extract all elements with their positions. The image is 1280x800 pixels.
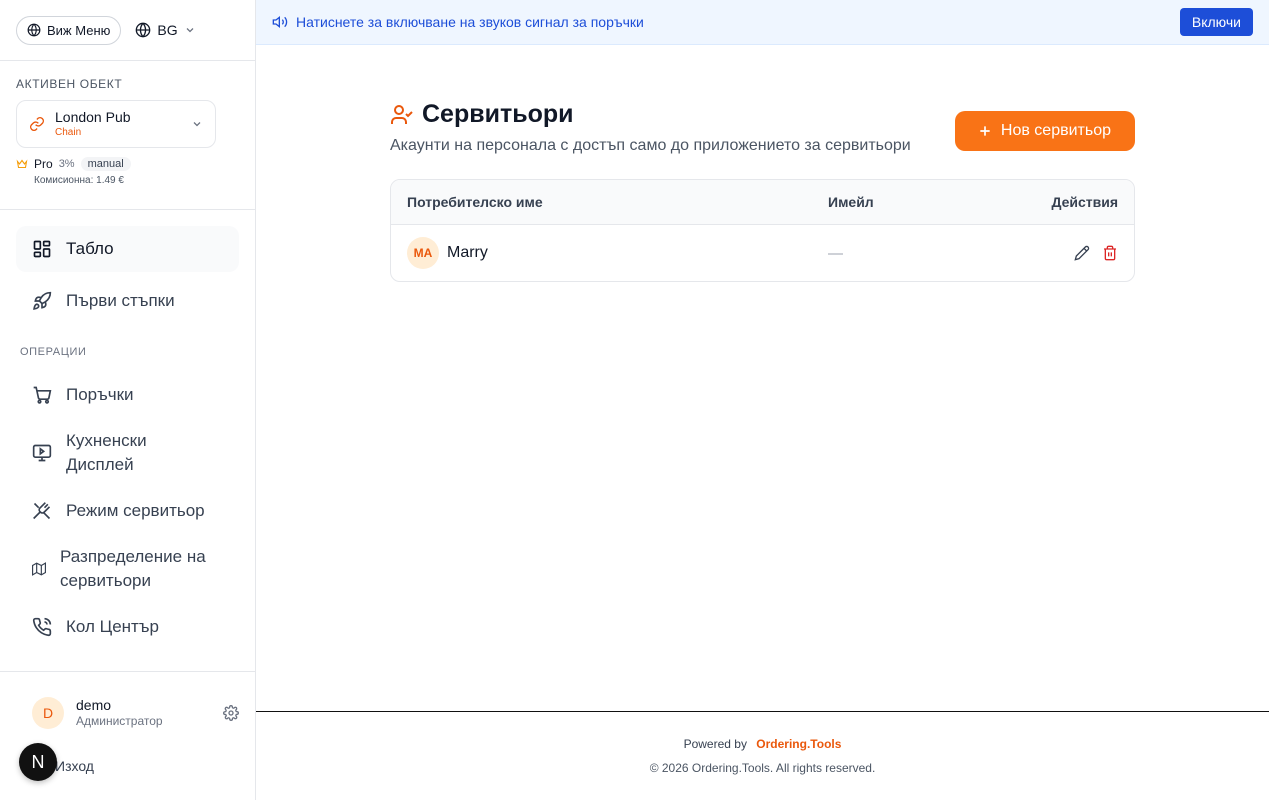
globe-icon [135, 22, 151, 38]
plan-info: Pro 3% manual [16, 157, 239, 171]
sidebar-item-label: Разпределение на сервитьори [60, 547, 206, 590]
gear-icon[interactable] [223, 705, 239, 721]
dashboard-icon [32, 239, 52, 259]
waiters-section: Сервитьори Акаунти на персонала с достъп… [390, 100, 1135, 282]
sidebar-item-label: Кухненски Дисплей [66, 431, 147, 474]
globe-icon [27, 23, 41, 37]
phone-icon [32, 617, 52, 637]
user-role: Администратор [76, 714, 163, 728]
view-menu-label: Виж Меню [47, 22, 111, 38]
sidebar-item-kitchen-display[interactable]: Кухненски Дисплей [16, 424, 239, 482]
new-waiter-label: Нов сервитьор [1000, 122, 1111, 139]
trash-icon[interactable] [1102, 245, 1118, 261]
plan-percent: 3% [58, 158, 75, 170]
enable-sound-button[interactable]: Включи [1179, 8, 1253, 36]
chevron-down-icon [191, 118, 203, 130]
commission-text: Комисионна: 1.49 € [34, 175, 124, 186]
next-dev-badge[interactable]: N [19, 743, 57, 781]
banner-text: Натиснете за включване на звуков сигнал … [296, 14, 644, 30]
sidebar-item-call-center[interactable]: Кол Център [16, 604, 239, 650]
avatar: MA [407, 237, 439, 269]
map-icon [32, 562, 46, 576]
sidebar: Виж Меню BG АКТИВЕН ОБЕКТ London Pub Cha… [0, 0, 256, 800]
sidebar-item-label: Поръчки [66, 385, 134, 404]
sidebar-nav: Табло Първи стъпки ОПЕРАЦИИ Поръчки Кухн… [0, 210, 255, 650]
avatar: D [32, 697, 64, 729]
plan-mode-badge: manual [80, 157, 131, 171]
waiter-name: Marry [447, 244, 488, 261]
language-selector[interactable]: BG [135, 22, 195, 38]
page-subtitle: Акаунти на персонала с достъп само до пр… [390, 137, 911, 154]
table-header: Потребителско име Имейл Действия [391, 180, 1134, 225]
link-icon [29, 116, 45, 132]
sidebar-item-label: Първи стъпки [66, 291, 175, 310]
page-title: Сервитьори [422, 100, 574, 128]
sidebar-item-getting-started[interactable]: Първи стъпки [16, 278, 239, 324]
chevron-down-icon [184, 24, 196, 36]
sidebar-item-label: Кол Център [66, 617, 159, 636]
user-profile: D demo Администратор [0, 672, 255, 729]
venue-name: London Pub [55, 109, 131, 125]
user-check-icon [390, 103, 414, 127]
speaker-icon [272, 14, 288, 30]
nav-section-operations: ОПЕРАЦИИ [20, 346, 87, 358]
powered-by-text: Powered by [683, 737, 747, 751]
cart-icon [32, 385, 52, 405]
sidebar-item-waiter-allocation[interactable]: Разпределение на сервитьори [16, 540, 239, 598]
waiters-table: Потребителско име Имейл Действия MA Marr… [390, 179, 1135, 282]
active-venue-section: АКТИВЕН ОБЕКТ London Pub Chain Pro 3% ma… [0, 61, 255, 210]
utensils-icon [32, 501, 52, 521]
monitor-icon [32, 443, 52, 463]
view-menu-button[interactable]: Виж Меню [16, 15, 122, 45]
page-footer: Powered by Ordering.Tools © 2026 Orderin… [256, 711, 1269, 800]
language-label: BG [157, 22, 178, 38]
new-waiter-button[interactable]: Нов сервитьор [954, 111, 1135, 151]
logout-link[interactable]: Изход [55, 758, 94, 774]
waiter-email: — [828, 244, 843, 262]
column-actions: Действия [1051, 194, 1118, 210]
row-actions [1074, 245, 1118, 261]
sidebar-header: Виж Меню BG [0, 0, 255, 61]
venue-type: Chain [55, 127, 82, 138]
sidebar-item-label: Режим сервитьор [66, 501, 205, 520]
column-email: Имейл [828, 194, 874, 210]
sound-banner: Натиснете за включване на звуков сигнал … [256, 0, 1269, 45]
sidebar-item-orders[interactable]: Поръчки [16, 372, 239, 418]
plus-icon [977, 123, 993, 139]
sidebar-item-waiter-mode[interactable]: Режим сервитьор [16, 488, 239, 534]
rocket-icon [32, 291, 52, 311]
sidebar-item-dashboard[interactable]: Табло [16, 226, 239, 272]
main-content: Натиснете за включване на звуков сигнал … [256, 0, 1269, 800]
crown-icon [16, 158, 28, 170]
edit-icon[interactable] [1074, 245, 1090, 261]
active-venue-label: АКТИВЕН ОБЕКТ [16, 77, 123, 91]
venue-selector[interactable]: London Pub Chain [16, 100, 216, 148]
plan-name: Pro [34, 157, 53, 171]
column-username: Потребителско име [407, 194, 543, 210]
copyright-text: © 2026 Ordering.Tools. All rights reserv… [649, 761, 876, 775]
table-row: MA Marry — [391, 225, 1134, 281]
brand-link[interactable]: Ordering.Tools [756, 737, 841, 751]
sidebar-item-label: Табло [66, 239, 114, 258]
user-name: demo [76, 697, 112, 713]
